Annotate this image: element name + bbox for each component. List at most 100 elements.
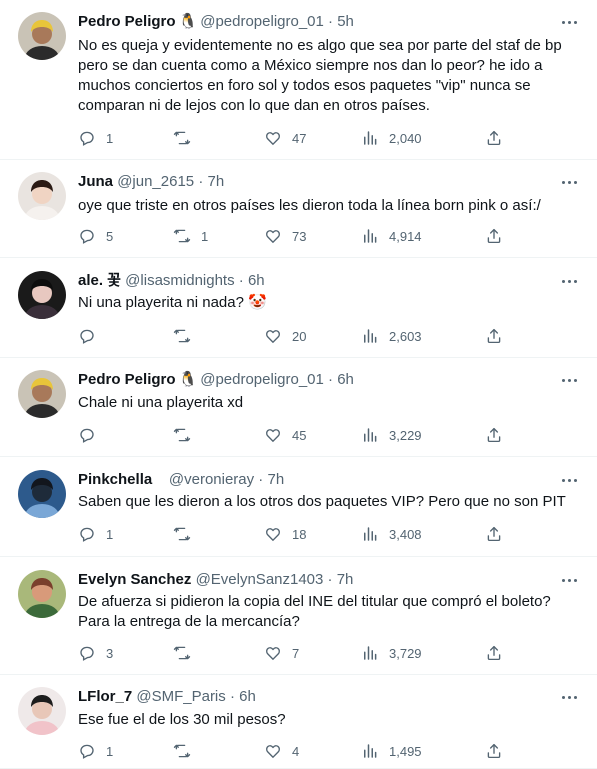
reply-button[interactable]	[78, 326, 106, 346]
reply-button[interactable]: 1	[78, 741, 113, 761]
tweet[interactable]: ale. 꽃 @lisasmidnights · 6h Ni una player…	[0, 258, 597, 358]
views-button[interactable]: 3,229	[361, 425, 422, 445]
views-button[interactable]: 2,040	[361, 128, 422, 148]
tweet[interactable]: Pedro Peligro 🐧 @pedropeligro_01 · 5h No es…	[0, 0, 597, 160]
tweet-text: oye que triste en otros países les diero…	[78, 196, 578, 216]
views-button[interactable]: 1,495	[361, 741, 422, 761]
share-button[interactable]	[485, 425, 503, 445]
views-button[interactable]: 2,603	[361, 326, 422, 346]
display-name[interactable]: Pinkchella	[78, 471, 152, 488]
views-button[interactable]: 4,914	[361, 226, 422, 246]
more-icon[interactable]	[559, 370, 579, 390]
user-handle[interactable]: @pedropeligro_01	[200, 371, 324, 388]
tweet-text: Chale ni una playerita xd	[78, 393, 578, 413]
reply-button[interactable]: 5	[78, 226, 113, 246]
user-handle[interactable]: @jun_2615	[117, 173, 194, 190]
heart-icon	[264, 426, 282, 444]
tweet-header: Pinkchella @veronieray · 7h	[78, 470, 284, 490]
user-handle[interactable]: @SMF_Paris	[136, 688, 225, 705]
timestamp[interactable]: · 7h	[323, 571, 354, 588]
tweet-text: No es queja y evidentemente no es algo q…	[78, 36, 578, 116]
avatar[interactable]	[18, 687, 66, 735]
tweet[interactable]: Pedro Peligro 🐧 @pedropeligro_01 · 6h Chale…	[0, 358, 597, 457]
avatar[interactable]	[18, 370, 66, 418]
share-button[interactable]	[485, 226, 503, 246]
retweet-button[interactable]	[173, 326, 201, 346]
tweet-text: De afuerza si pidieron la copia del INE …	[78, 592, 578, 632]
retweet-button[interactable]	[173, 128, 201, 148]
reply-button[interactable]: 3	[78, 643, 113, 663]
share-button[interactable]	[485, 326, 503, 346]
display-name[interactable]: LFlor_7	[78, 688, 132, 705]
tweet[interactable]: LFlor_7 @SMF_Paris · 6h Ese fue el de los…	[0, 675, 597, 769]
replies-count: 1	[106, 130, 114, 146]
display-name[interactable]: Juna	[78, 173, 113, 190]
like-button[interactable]: 47	[264, 128, 306, 148]
share-button[interactable]	[485, 643, 503, 663]
share-button[interactable]	[485, 524, 503, 544]
timestamp[interactable]: · 6h	[324, 371, 354, 388]
views-icon	[361, 327, 379, 345]
reply-icon	[78, 742, 96, 760]
reply-icon	[78, 129, 96, 147]
views-icon	[361, 426, 379, 444]
user-handle[interactable]: @EvelynSanz1403	[196, 571, 324, 588]
like-button[interactable]: 73	[264, 226, 306, 246]
avatar[interactable]	[18, 172, 66, 220]
like-button[interactable]: 20	[264, 326, 306, 346]
tweet-text-line: Saben que les dieron a los otros dos paq…	[78, 493, 566, 510]
display-name[interactable]: Pedro Peligro	[78, 13, 176, 30]
retweet-button[interactable]	[173, 643, 201, 663]
tweet[interactable]: Juna @jun_2615 · 7h oye que triste en otr…	[0, 160, 597, 258]
like-button[interactable]: 7	[264, 643, 299, 663]
tweet-header: LFlor_7 @SMF_Paris · 6h	[78, 687, 256, 707]
tweet-text-line: oye que triste en otros países les diero…	[78, 197, 541, 214]
views-icon	[361, 742, 379, 760]
more-icon[interactable]	[559, 687, 579, 707]
timestamp[interactable]: · 7h	[254, 471, 284, 488]
tweet[interactable]: Pinkchella @veronieray · 7h Saben que les…	[0, 457, 597, 557]
more-icon[interactable]	[559, 271, 579, 291]
share-button[interactable]	[485, 128, 503, 148]
reply-button[interactable]: 1	[78, 128, 113, 148]
display-name[interactable]: Evelyn Sanchez	[78, 571, 191, 588]
likes-count: 7	[292, 645, 300, 661]
user-handle[interactable]: @veronieray	[156, 471, 254, 488]
more-icon[interactable]	[559, 172, 579, 192]
avatar[interactable]	[18, 470, 66, 518]
timestamp[interactable]: · 7h	[194, 173, 224, 190]
retweet-icon	[173, 742, 191, 760]
retweet-button[interactable]	[173, 425, 201, 445]
tweet-actions: 5 1 73 4,914	[78, 226, 597, 246]
reply-button[interactable]	[78, 425, 106, 445]
more-icon[interactable]	[559, 12, 579, 32]
avatar[interactable]	[18, 570, 66, 618]
retweet-button[interactable]: 1	[173, 226, 208, 246]
more-icon[interactable]	[559, 570, 579, 590]
display-name[interactable]: Pedro Peligro	[78, 371, 176, 388]
share-button[interactable]	[485, 741, 503, 761]
display-name[interactable]: ale. 꽃	[78, 272, 121, 289]
like-button[interactable]: 4	[264, 741, 299, 761]
timestamp[interactable]: · 6h	[235, 272, 265, 289]
retweet-button[interactable]	[173, 741, 201, 761]
timestamp[interactable]: · 5h	[324, 13, 354, 30]
avatar[interactable]	[18, 271, 66, 319]
retweet-button[interactable]	[173, 524, 201, 544]
tweet-actions: 1 4 1,495	[78, 741, 597, 761]
more-icon[interactable]	[559, 470, 579, 490]
avatar[interactable]	[18, 12, 66, 60]
share-icon	[485, 426, 503, 444]
views-count: 2,040	[389, 130, 422, 146]
reply-button[interactable]: 1	[78, 524, 113, 544]
tweet-header: Pedro Peligro 🐧 @pedropeligro_01 · 5h	[78, 12, 354, 32]
like-button[interactable]: 45	[264, 425, 306, 445]
user-handle[interactable]: @pedropeligro_01	[200, 13, 324, 30]
timestamp[interactable]: · 6h	[226, 688, 256, 705]
views-button[interactable]: 3,729	[361, 643, 422, 663]
share-icon	[485, 227, 503, 245]
like-button[interactable]: 18	[264, 524, 306, 544]
user-handle[interactable]: @lisasmidnights	[125, 272, 234, 289]
tweet[interactable]: Evelyn Sanchez @EvelynSanz1403 · 7h De af…	[0, 557, 597, 675]
views-button[interactable]: 3,408	[361, 524, 422, 544]
